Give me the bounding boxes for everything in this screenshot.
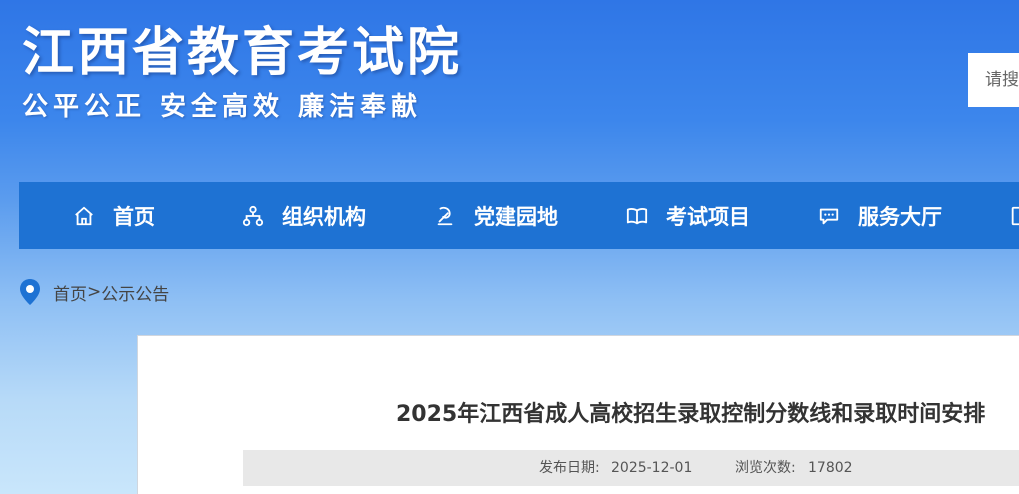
nav-item-label: 党建园地 xyxy=(474,204,558,229)
chat-service-icon xyxy=(819,208,839,224)
views-count: 17802 xyxy=(808,460,853,476)
nav-item-more[interactable] xyxy=(1009,182,1019,249)
nav-item-label: 考试项目 xyxy=(666,204,750,229)
party-emblem-icon xyxy=(437,206,453,225)
breadcrumb: 首页 > 公示公告 xyxy=(19,278,169,306)
nav-item-organization[interactable]: 组织机构 xyxy=(242,182,366,249)
views-label: 浏览次数: xyxy=(735,460,796,476)
location-pin-icon xyxy=(20,279,40,305)
nav-item-exams[interactable]: 考试项目 xyxy=(626,182,750,249)
nav-item-party-building[interactable]: 党建园地 xyxy=(434,182,558,249)
breadcrumb-home-link[interactable]: 首页 xyxy=(53,280,87,305)
search-input[interactable] xyxy=(968,53,1019,107)
article-title: 2025年江西省成人高校招生录取控制分数线和录取时间安排 xyxy=(396,402,986,427)
breadcrumb-separator: > xyxy=(87,282,102,302)
home-icon xyxy=(75,206,93,225)
nav-item-label: 组织机构 xyxy=(282,204,366,229)
publish-date-label: 发布日期: xyxy=(539,460,600,476)
book-icon xyxy=(626,207,648,224)
nav-item-home[interactable]: 首页 xyxy=(73,182,155,249)
nav-item-label: 服务大厅 xyxy=(858,204,942,229)
document-icon xyxy=(1011,206,1019,225)
main-nav: 首页 组织机构 党建园地 考试项目 服务大厅 xyxy=(19,182,1019,249)
org-chart-icon xyxy=(242,205,264,226)
breadcrumb-current[interactable]: 公示公告 xyxy=(101,280,169,305)
site-title[interactable]: 江西省教育考试院 xyxy=(22,10,462,85)
publish-date-value: 2025-12-01 xyxy=(611,460,693,476)
article-meta-bar: 发布日期: 2025-12-01 浏览次数: 17802 xyxy=(243,450,1019,486)
nav-item-services[interactable]: 服务大厅 xyxy=(818,182,942,249)
site-slogan: 公平公正 安全高效 廉洁奉献 xyxy=(22,92,423,122)
nav-item-label: 首页 xyxy=(113,204,155,229)
